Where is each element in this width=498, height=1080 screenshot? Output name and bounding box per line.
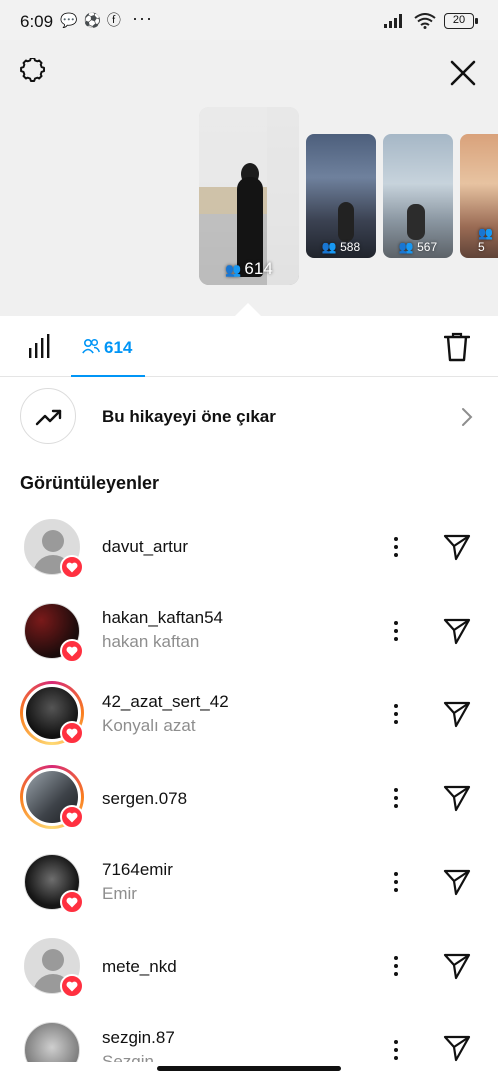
settings-gear-icon[interactable] [20, 58, 50, 88]
viewer-username[interactable]: sezgin.87 [102, 1028, 175, 1048]
more-options-icon[interactable] [390, 954, 402, 978]
viewer-row[interactable]: 7164emir Emir [0, 850, 498, 934]
avatar[interactable] [20, 765, 84, 829]
viewer-row[interactable]: mete_nkd [0, 934, 498, 1018]
status-bar: 6:09 💬 ⚽ ⓕ ··· 20 [0, 0, 498, 40]
send-message-icon[interactable] [443, 700, 471, 728]
viewer-fullname: hakan kaftan [102, 632, 200, 651]
viewer-row[interactable]: 42_azat_sert_42 Konyalı azat [0, 681, 498, 765]
status-system-icons: 20 [384, 13, 478, 29]
heart-icon [60, 555, 84, 579]
football-icon: ⚽ [83, 12, 101, 28]
viewer-username[interactable]: sergen.078 [102, 789, 187, 809]
promote-icon-circle [20, 388, 76, 444]
more-options-icon[interactable] [390, 702, 402, 726]
more-options-icon[interactable] [390, 786, 402, 810]
heart-icon [60, 890, 84, 914]
viewers-section-title: Görüntüleyenler [20, 473, 160, 493]
promote-label: Bu hikayeyi öne çıkar [102, 407, 276, 426]
viewer-username[interactable]: 42_azat_sert_42 [102, 692, 229, 712]
wifi-icon [414, 13, 436, 29]
viewer-row[interactable]: hakan_kaftan54 hakan kaftan [0, 599, 498, 683]
story-thumbnail[interactable]: 👥 5 [460, 134, 498, 258]
heart-icon [60, 639, 84, 663]
story-thumbnail[interactable]: 👥 567 [383, 134, 453, 258]
battery-icon: 20 [444, 13, 478, 29]
more-notifications-icon: ··· [132, 8, 153, 28]
avatar[interactable] [20, 515, 84, 579]
avatar[interactable] [20, 850, 84, 914]
trending-up-icon [35, 409, 62, 426]
story-view-count: 👥 588 [321, 240, 361, 254]
viewers-icon [82, 338, 100, 354]
story-view-count: 👥 614 [225, 259, 273, 278]
story-thumbnail[interactable]: 👥 588 [306, 134, 376, 258]
facebook-icon: ⓕ [106, 12, 121, 28]
avatar[interactable] [20, 681, 84, 745]
story-thumbnail-selected[interactable]: 👥 614 [199, 107, 299, 285]
status-notification-icons: 💬 ⚽ ⓕ [60, 13, 121, 27]
viewer-fullname: Konyalı azat [102, 716, 196, 735]
promote-story-row[interactable]: Bu hikayeyi öne çıkar [0, 378, 498, 456]
send-message-icon[interactable] [443, 868, 471, 896]
heart-icon [60, 974, 84, 998]
trash-icon[interactable] [444, 332, 470, 362]
story-view-count: 👥 5 [478, 226, 493, 254]
more-options-icon[interactable] [390, 870, 402, 894]
send-message-icon[interactable] [443, 784, 471, 812]
viewer-row[interactable]: sergen.078 [0, 765, 498, 849]
heart-icon [60, 721, 84, 745]
more-options-icon[interactable] [390, 619, 402, 643]
story-tabs: 614 [0, 316, 498, 377]
viewer-row[interactable]: sezgin.87 Sezgin [0, 1018, 498, 1062]
message-icon: 💬 [60, 12, 78, 28]
signal-icon [384, 14, 402, 28]
send-message-icon[interactable] [443, 952, 471, 980]
send-message-icon[interactable] [443, 1034, 471, 1062]
viewer-row[interactable]: davut_artur [0, 515, 498, 599]
active-tab-indicator [71, 375, 145, 377]
viewer-username[interactable]: 7164emir [102, 860, 173, 880]
heart-icon [60, 805, 84, 829]
avatar[interactable] [20, 1018, 84, 1062]
story-view-count: 👥 567 [398, 240, 438, 254]
close-icon[interactable] [448, 58, 478, 88]
selected-pointer [234, 303, 262, 317]
chevron-right-icon [462, 408, 473, 426]
viewer-username[interactable]: davut_artur [102, 537, 188, 557]
more-options-icon[interactable] [390, 535, 402, 559]
home-indicator[interactable] [157, 1066, 341, 1071]
viewers-count: 614 [104, 338, 133, 357]
more-options-icon[interactable] [390, 1038, 402, 1062]
viewer-username[interactable]: hakan_kaftan54 [102, 608, 223, 628]
insights-bar-chart-icon[interactable] [28, 334, 52, 358]
viewer-username[interactable]: mete_nkd [102, 957, 177, 977]
status-time: 6:09 [20, 12, 54, 31]
send-message-icon[interactable] [443, 617, 471, 645]
viewer-fullname: Sezgin [102, 1052, 154, 1062]
send-message-icon[interactable] [443, 533, 471, 561]
tab-viewers[interactable]: 614 [71, 316, 145, 377]
avatar[interactable] [20, 599, 84, 663]
avatar[interactable] [20, 934, 84, 998]
viewer-fullname: Emir [102, 884, 137, 903]
